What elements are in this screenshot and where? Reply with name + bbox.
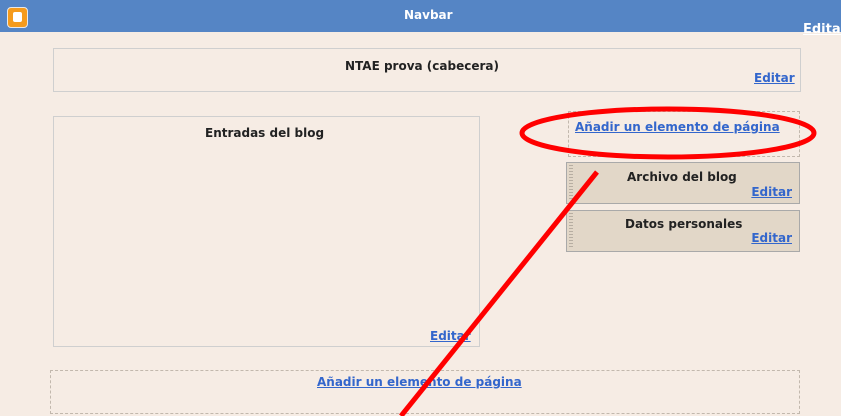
highlight-ellipse xyxy=(519,106,817,160)
annotation-arrow-line xyxy=(399,170,599,416)
layout-canvas: Navbar Editar NTAE prova (cabecera) Edit… xyxy=(0,0,841,416)
annotation-overlay xyxy=(399,106,817,416)
